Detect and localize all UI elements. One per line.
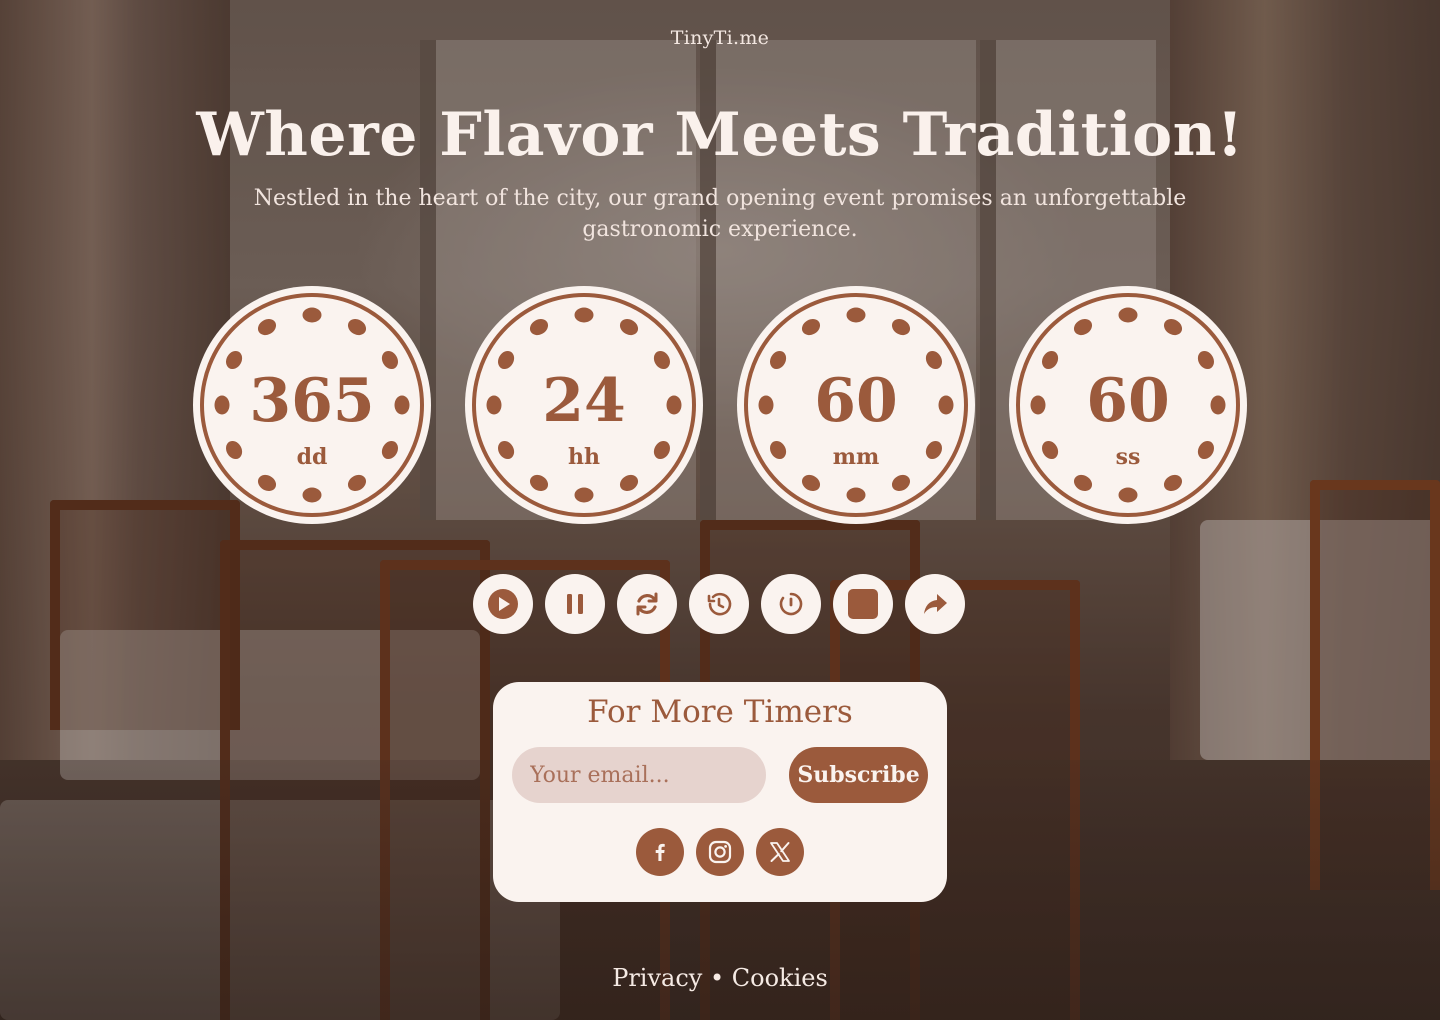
dial-dot (1163, 319, 1183, 336)
history-icon (707, 592, 732, 616)
social-links (636, 828, 804, 876)
footer: Privacy • Cookies (0, 964, 1440, 992)
email-input[interactable] (512, 747, 766, 803)
privacy-link[interactable]: Privacy (612, 964, 702, 992)
restart-button[interactable] (617, 574, 677, 634)
cookies-link[interactable]: Cookies (732, 964, 828, 992)
page-subtitle: Nestled in the heart of the city, our gr… (253, 186, 1187, 242)
dial-dot (1163, 474, 1183, 491)
dial-dot (574, 487, 594, 503)
play-icon (488, 589, 518, 619)
instagram-button[interactable] (696, 828, 744, 876)
dial-dot (257, 319, 277, 336)
pause-icon (567, 594, 583, 614)
dial-dot (347, 474, 367, 491)
countdown-days: 365 dd (193, 286, 431, 524)
countdown-unit: mm (832, 444, 880, 470)
countdown-unit: hh (568, 444, 600, 470)
countdown-hours: 24 hh (465, 286, 703, 524)
dial-dot (846, 307, 866, 323)
facebook-icon (655, 843, 665, 861)
share-icon (924, 594, 947, 614)
dial-dot (1118, 487, 1138, 503)
subscribe-button[interactable]: Subscribe (789, 747, 928, 803)
dial-dot (801, 474, 821, 491)
dial-dot (891, 474, 911, 491)
timer-icon (779, 592, 803, 616)
dial-dot (1118, 307, 1138, 323)
subscribe-card: For More Timers Subscribe (493, 682, 947, 902)
dial-dot (574, 307, 594, 323)
x-button[interactable] (756, 828, 804, 876)
subscribe-title: For More Timers (587, 694, 853, 730)
timer-button[interactable] (761, 574, 821, 634)
dial-dot (1073, 319, 1093, 336)
countdown-value: 60 (814, 366, 898, 436)
x-icon (770, 842, 790, 862)
countdown-minutes: 60 mm (737, 286, 975, 524)
countdown-seconds: 60 ss (1009, 286, 1247, 524)
countdown-value: 365 (249, 366, 375, 436)
stop-button[interactable] (833, 574, 893, 634)
brand-name[interactable]: TinyTi.me (0, 27, 1440, 49)
dial-dot (1073, 474, 1093, 491)
dial-dot (619, 319, 639, 336)
page-title: Where Flavor Meets Tradition! (196, 100, 1244, 170)
pause-button[interactable] (545, 574, 605, 634)
dial-dot (846, 487, 866, 503)
countdown-value: 24 (542, 366, 626, 436)
dial-dot (801, 319, 821, 336)
footer-separator: • (710, 964, 725, 992)
countdown-unit: ss (1115, 444, 1141, 470)
facebook-button[interactable] (636, 828, 684, 876)
stop-icon (848, 589, 878, 619)
share-button[interactable] (905, 574, 965, 634)
dial-dot (347, 319, 367, 336)
dial-dot (619, 474, 639, 491)
countdown-value: 60 (1086, 366, 1170, 436)
refresh-icon (636, 592, 658, 616)
history-button[interactable] (689, 574, 749, 634)
timer-controls (473, 574, 965, 634)
dial-dot (891, 319, 911, 336)
page-content: TinyTi.me Where Flavor Meets Tradition! … (0, 0, 1440, 1020)
instagram-icon (708, 840, 732, 864)
dial-dot (302, 487, 322, 503)
countdown-unit: dd (296, 444, 328, 470)
dial-dot (302, 307, 322, 323)
dial-dot (529, 474, 549, 491)
play-button[interactable] (473, 574, 533, 634)
dial-dot (529, 319, 549, 336)
dial-dot (257, 474, 277, 491)
